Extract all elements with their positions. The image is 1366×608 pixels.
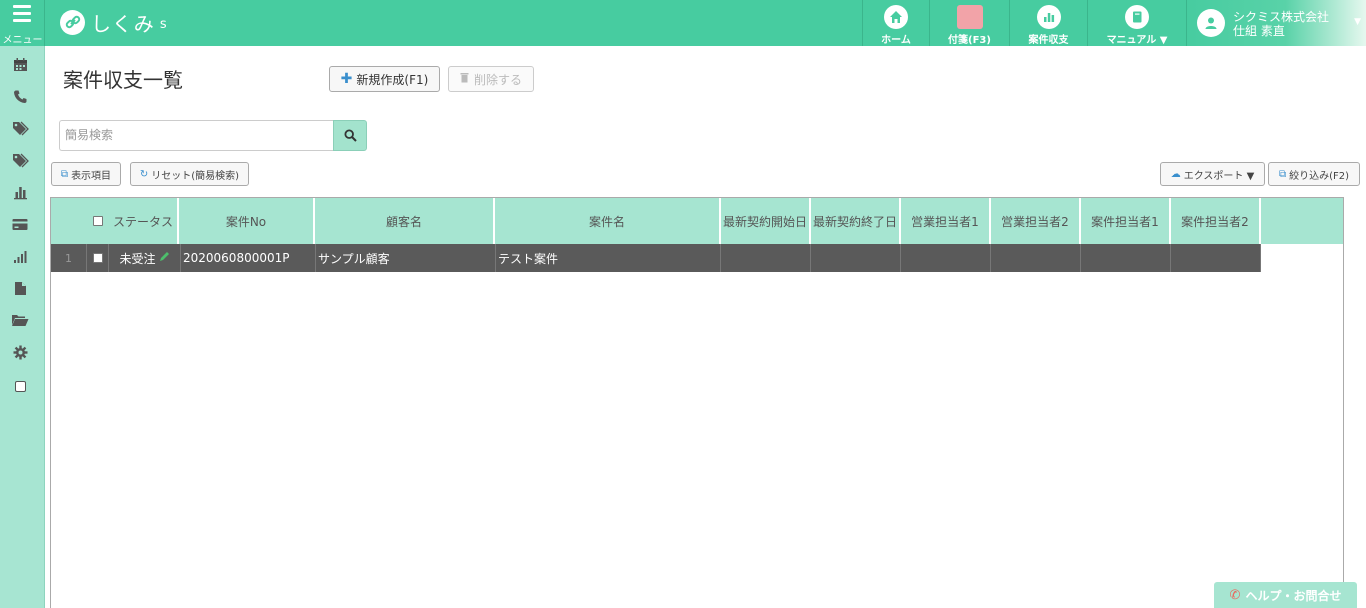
column-header-status[interactable]: ステータス bbox=[109, 198, 179, 244]
row-project-name: テスト案件 bbox=[496, 244, 721, 272]
phone-icon: ✆ bbox=[1229, 587, 1241, 603]
page-title: 案件収支一覧 bbox=[63, 68, 183, 92]
search-button[interactable] bbox=[333, 120, 367, 151]
tag-icon[interactable] bbox=[10, 118, 30, 138]
nav-sticky-note-label: 付箋(F3) bbox=[948, 35, 991, 46]
search-icon bbox=[343, 129, 357, 142]
row-project-rep-1 bbox=[1081, 244, 1171, 272]
logo-sub: s bbox=[159, 17, 167, 32]
status-text: 未受注 bbox=[119, 251, 156, 266]
delete-button-label: 削除する bbox=[473, 72, 522, 87]
edit-pencil-icon[interactable] bbox=[159, 251, 170, 265]
column-header-customer[interactable]: 顧客名 bbox=[315, 198, 495, 244]
left-sidebar bbox=[0, 46, 45, 608]
logo-text: しくみ bbox=[91, 11, 155, 36]
plus-icon: ✚ bbox=[340, 71, 353, 87]
nav-project-income-label: 案件収支 bbox=[1028, 35, 1069, 46]
display-items-label: 表示項目 bbox=[71, 170, 112, 182]
nav-home[interactable]: ホーム bbox=[862, 0, 929, 46]
hamburger-icon bbox=[13, 5, 31, 26]
external-link-icon: ⧉ bbox=[60, 168, 69, 180]
column-header-sales-rep-1[interactable]: 営業担当者1 bbox=[901, 198, 991, 244]
refresh-icon: ↻ bbox=[139, 168, 149, 180]
top-header: メニュー しくみ s ホーム 付箋(F3) 案件収支 マニュアル ▼ シクミス株… bbox=[0, 0, 1366, 46]
external-link-icon: ⧉ bbox=[1278, 168, 1287, 180]
export-label: エクスポート ▼ bbox=[1183, 170, 1255, 182]
app-logo[interactable]: しくみ s bbox=[60, 9, 167, 36]
new-button[interactable]: ✚ 新規作成(F1) bbox=[329, 66, 440, 92]
column-header-sales-rep-2[interactable]: 営業担当者2 bbox=[991, 198, 1081, 244]
reset-label: リセット(簡易検索) bbox=[151, 170, 240, 182]
menu-label: メニュー bbox=[2, 35, 43, 46]
row-project-rep-2 bbox=[1171, 244, 1261, 272]
gear-icon[interactable] bbox=[10, 342, 30, 362]
reset-button[interactable]: ↻ リセット(簡易検索) bbox=[130, 162, 249, 186]
column-header-project-name[interactable]: 案件名 bbox=[495, 198, 721, 244]
row-status: 未受注 bbox=[109, 244, 181, 272]
file-icon[interactable] bbox=[10, 278, 30, 298]
grid-header: ステータス 案件No 顧客名 案件名 最新契約開始日 最新契約終了日 営業担当者… bbox=[51, 198, 1343, 244]
signal-icon[interactable] bbox=[10, 246, 30, 266]
header-index bbox=[51, 198, 87, 244]
row-contract-end bbox=[811, 244, 901, 272]
export-button[interactable]: ☁ エクスポート ▼ bbox=[1160, 162, 1265, 186]
nav-sticky-note[interactable]: 付箋(F3) bbox=[929, 0, 1009, 46]
home-icon bbox=[884, 5, 908, 29]
filter-button[interactable]: ⧉ 絞り込み(F2) bbox=[1268, 162, 1360, 186]
column-header-project-no[interactable]: 案件No bbox=[179, 198, 315, 244]
row-customer: サンプル顧客 bbox=[316, 244, 496, 272]
row-checkbox[interactable] bbox=[87, 244, 109, 272]
column-header-project-rep-1[interactable]: 案件担当者1 bbox=[1081, 198, 1171, 244]
nav-manual[interactable]: マニュアル ▼ bbox=[1087, 0, 1186, 46]
user-menu[interactable]: シクミス株式会社 仕組 素直 ▼ bbox=[1186, 0, 1366, 46]
row-index: 1 bbox=[51, 244, 87, 272]
nav-manual-label: マニュアル ▼ bbox=[1106, 35, 1168, 46]
bar-chart-icon[interactable] bbox=[10, 182, 30, 202]
column-header-project-rep-2[interactable]: 案件担当者2 bbox=[1171, 198, 1261, 244]
row-project-no[interactable]: 2020060800001P bbox=[181, 244, 316, 272]
bar-chart-icon bbox=[1036, 5, 1061, 29]
help-contact-button[interactable]: ✆ ヘルプ・お問合せ bbox=[1214, 582, 1357, 608]
nav-home-label: ホーム bbox=[881, 35, 911, 46]
nav-project-income[interactable]: 案件収支 bbox=[1009, 0, 1087, 46]
row-sales-rep-2 bbox=[991, 244, 1081, 272]
filter-label: 絞り込み(F2) bbox=[1289, 170, 1350, 182]
user-name: 仕組 素直 bbox=[1233, 24, 1285, 38]
display-items-button[interactable]: ⧉ 表示項目 bbox=[51, 162, 121, 186]
row-sales-rep-1 bbox=[901, 244, 991, 272]
user-avatar-icon bbox=[1197, 9, 1225, 37]
row-contract-start bbox=[721, 244, 811, 272]
checkbox-icon[interactable] bbox=[10, 376, 30, 396]
credit-card-icon[interactable] bbox=[10, 214, 30, 234]
delete-button[interactable]: 削除する bbox=[448, 66, 534, 92]
trash-icon bbox=[460, 72, 469, 86]
phone-icon[interactable] bbox=[10, 86, 30, 106]
menu-button[interactable]: メニュー bbox=[0, 0, 45, 46]
column-header-contract-start[interactable]: 最新契約開始日 bbox=[721, 198, 811, 244]
calendar-icon[interactable] bbox=[10, 54, 30, 74]
sticky-note-icon bbox=[956, 5, 983, 29]
book-icon bbox=[1125, 5, 1149, 29]
data-grid: ステータス 案件No 顧客名 案件名 最新契約開始日 最新契約終了日 営業担当者… bbox=[50, 197, 1344, 608]
table-row[interactable]: 1 未受注 2020060800001P サンプル顧客 テスト案件 bbox=[51, 244, 1261, 272]
folder-open-icon[interactable] bbox=[10, 310, 30, 330]
link-icon bbox=[60, 9, 85, 35]
help-contact-label: ヘルプ・お問合せ bbox=[1245, 588, 1342, 603]
new-button-label: 新規作成(F1) bbox=[356, 72, 429, 87]
select-all-checkbox[interactable] bbox=[87, 198, 109, 244]
search-input[interactable]: 簡易検索 bbox=[59, 120, 333, 151]
tags-icon[interactable] bbox=[10, 150, 30, 170]
column-header-contract-end[interactable]: 最新契約終了日 bbox=[811, 198, 901, 244]
chevron-down-icon: ▼ bbox=[1354, 17, 1361, 27]
cloud-download-icon: ☁ bbox=[1170, 168, 1181, 180]
